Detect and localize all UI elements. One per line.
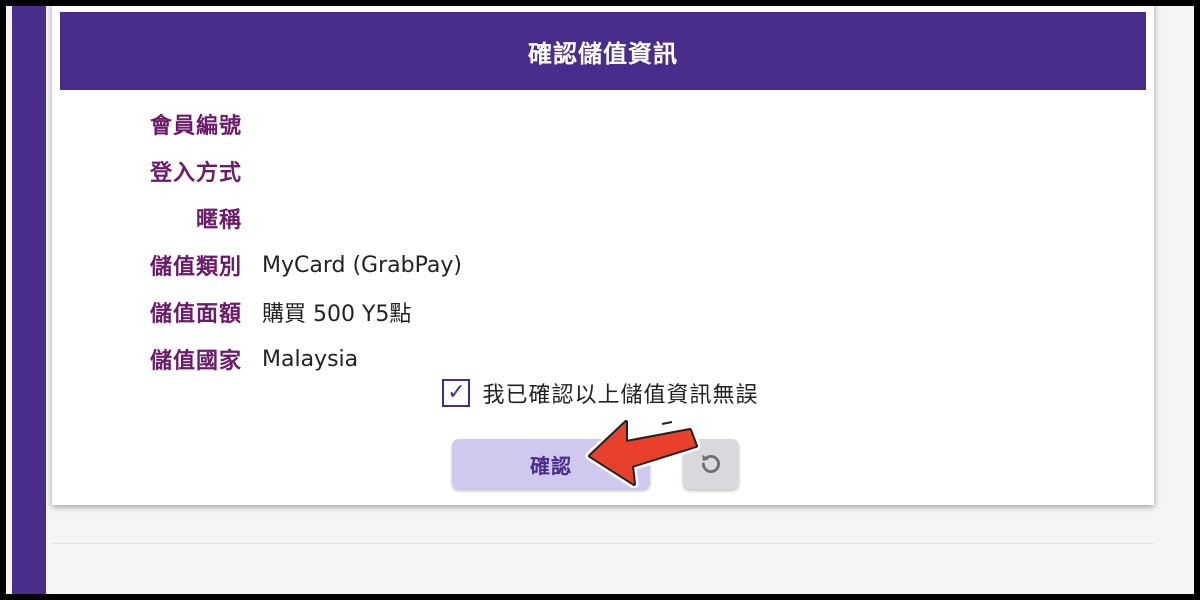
confirm-checkbox-row: ✓ 我已確認以上儲值資訊無誤	[52, 377, 1154, 409]
field-label: 會員編號	[149, 114, 242, 139]
page-viewport: 確認儲值資訊 會員編號 登入方式 暱稱 儲值類別 MyCard (GrabPay…	[6, 6, 1194, 594]
field-topup-amount: 儲值面額 購買 500 Y5點	[92, 295, 411, 329]
field-label: 暱稱	[195, 208, 242, 233]
footer-divider	[52, 543, 1154, 544]
confirm-checkbox-label[interactable]: 我已確認以上儲值資訊無誤	[482, 377, 758, 409]
field-login-method: 登入方式	[92, 154, 262, 188]
checkmark-icon: ✓	[447, 380, 466, 405]
field-nickname: 暱稱	[92, 201, 262, 235]
field-value: MyCard (GrabPay)	[262, 252, 462, 278]
field-member-id: 會員編號	[92, 107, 262, 141]
confirm-checkbox[interactable]: ✓	[442, 379, 471, 407]
field-topup-country: 儲值國家 Malaysia	[92, 342, 358, 376]
panel-title: 確認儲值資訊	[60, 12, 1146, 90]
field-value: Malaysia	[262, 346, 359, 372]
pointer-arrow-icon	[585, 417, 701, 488]
field-label: 登入方式	[149, 161, 242, 186]
field-label: 儲值國家	[149, 349, 242, 374]
left-side-bar	[12, 6, 46, 594]
field-topup-type: 儲值類別 MyCard (GrabPay)	[92, 248, 462, 282]
field-label: 儲值類別	[149, 255, 242, 280]
field-value: 購買 500 Y5點	[262, 302, 412, 327]
field-label: 儲值面額	[149, 302, 242, 327]
